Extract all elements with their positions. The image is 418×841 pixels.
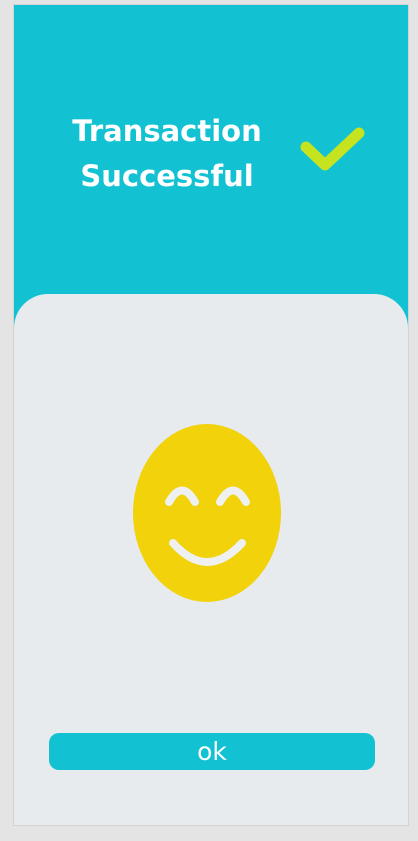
success-header: Transaction Successful <box>14 5 408 335</box>
ok-button[interactable]: ok <box>49 733 375 770</box>
title-line-2: Successful <box>80 159 254 193</box>
page-title: Transaction Successful <box>62 109 272 199</box>
title-line-1: Transaction <box>72 114 262 148</box>
smiley-face-icon <box>133 424 281 602</box>
checkmark-icon <box>300 127 365 171</box>
app-screen: Transaction Successful ok <box>13 4 409 826</box>
